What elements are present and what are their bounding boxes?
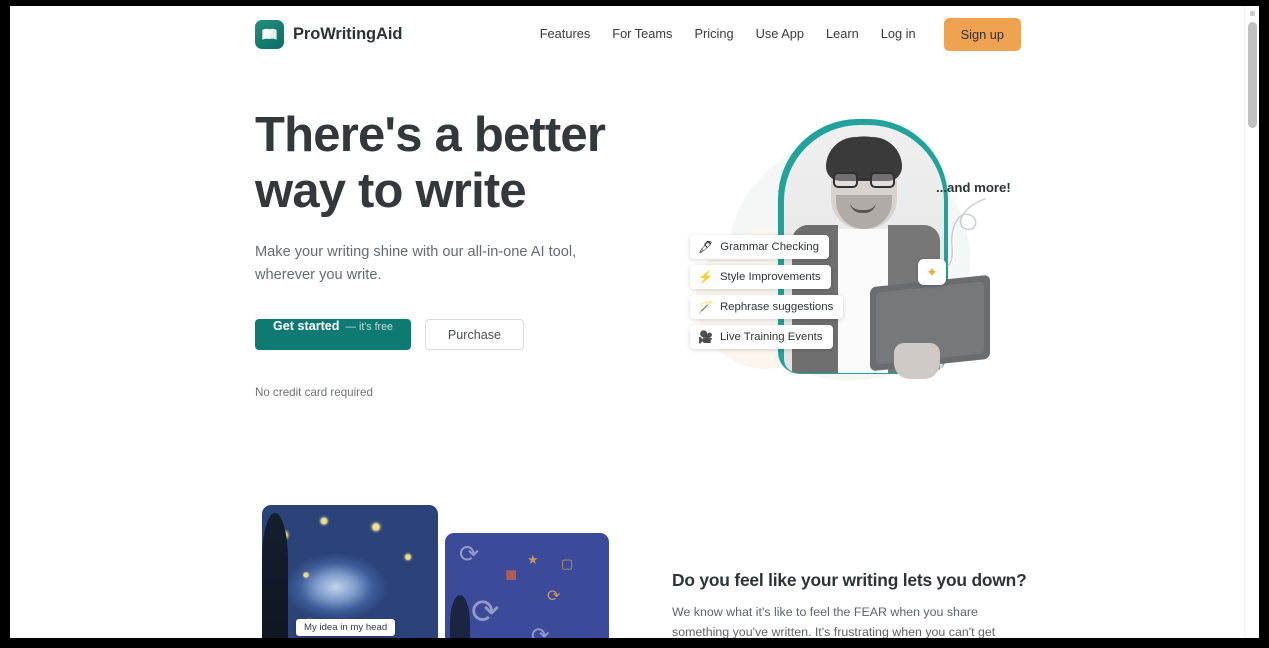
nav-link-log-in[interactable]: Log in xyxy=(870,6,927,62)
plain-cypress-shape xyxy=(450,595,470,638)
get-started-sublabel: — it's free xyxy=(345,321,393,333)
magic-wand-icon: 🪄 xyxy=(698,300,713,314)
feature-pill-label: Rephrase suggestions xyxy=(719,301,834,313)
hero-heading-line-1: There's a better xyxy=(255,108,606,162)
blob-doodle-icon: ■ xyxy=(505,564,518,586)
curved-arrow-icon xyxy=(947,198,986,267)
nav-link-use-app[interactable]: Use App xyxy=(745,6,815,62)
browser-viewport: ProWritingAid Features For Teams Pricing… xyxy=(10,6,1259,638)
writing-comparison-illustration: ⟳ ⟳ ★ ▢ ⟳ ■ ⟳ My idea in my head xyxy=(262,505,609,638)
vertical-scroll-thumb[interactable] xyxy=(1248,22,1257,128)
feather-pen-icon: 🖋 xyxy=(698,240,714,254)
hero-subheading: Make your writing shine with our all-in-… xyxy=(255,244,577,283)
nav-link-learn[interactable]: Learn xyxy=(815,6,870,62)
feature-pill-label: Style Improvements xyxy=(719,271,821,283)
lower-copy-section: Do you feel like your writing lets you d… xyxy=(672,570,1027,638)
scroll-up-arrow-icon[interactable] xyxy=(1245,6,1259,20)
video-camera-icon: 🎥 xyxy=(698,330,713,344)
feature-pill-live-training-events[interactable]: 🎥 Live Training Events xyxy=(690,325,833,349)
get-started-label: Get started xyxy=(273,319,340,333)
get-started-button[interactable]: Get started — it's free xyxy=(255,319,411,350)
hero-illustration: ✦ ...and more! 🖋 Grammar Checking ⚡ Styl… xyxy=(672,111,1022,396)
glasses-bridge xyxy=(858,178,870,180)
spiral-doodle-icon: ⟳ xyxy=(531,623,550,639)
feature-pill-label: Live Training Events xyxy=(719,331,823,343)
hero-heading: There's a better way to write xyxy=(255,107,655,219)
brand-logo-link[interactable]: ProWritingAid xyxy=(255,20,402,49)
prowritingaid-logo-icon xyxy=(255,20,284,49)
glasses-icon xyxy=(833,172,895,188)
spiral-doodle-icon: ⟳ xyxy=(459,541,480,568)
sparkle-icon: ✦ xyxy=(918,259,946,285)
spiral-doodle-icon: ⟳ xyxy=(547,588,561,605)
webpage-content: ProWritingAid Features For Teams Pricing… xyxy=(10,6,1244,638)
spiral-doodle-icon: ⟳ xyxy=(471,593,500,631)
purchase-button[interactable]: Purchase xyxy=(424,319,525,350)
hero-heading-line-2: way to write xyxy=(255,164,527,218)
feature-pill-style-improvements[interactable]: ⚡ Style Improvements xyxy=(690,265,831,289)
hero-cta-row: Get started — it's free Purchase xyxy=(255,319,655,350)
nav-link-features[interactable]: Features xyxy=(529,6,602,62)
and-more-label: ...and more! xyxy=(936,180,1011,195)
person-hand xyxy=(894,343,940,379)
site-header: ProWritingAid Features For Teams Pricing… xyxy=(10,6,1244,62)
feature-pill-grammar-checking[interactable]: 🖋 Grammar Checking xyxy=(690,235,829,259)
nav-link-pricing[interactable]: Pricing xyxy=(683,6,744,62)
lightning-bolt-icon: ⚡ xyxy=(698,270,713,284)
plain-version-card: ⟳ ⟳ ★ ▢ ⟳ ■ ⟳ xyxy=(445,533,609,638)
feature-pill-rephrase-suggestions[interactable]: 🪄 Rephrase suggestions xyxy=(690,295,844,319)
feature-pill-label: Grammar Checking xyxy=(720,241,819,253)
feature-pill-list: 🖋 Grammar Checking ⚡ Style Improvements … xyxy=(690,235,865,355)
hero-section: There's a better way to write Make your … xyxy=(255,107,655,399)
lower-body-text: We know what it's like to feel the FEAR … xyxy=(672,605,996,638)
glasses-lens-right xyxy=(870,172,895,188)
brand-name: ProWritingAid xyxy=(293,25,403,43)
lower-heading: Do you feel like your writing lets you d… xyxy=(672,570,1027,590)
glasses-lens-left xyxy=(833,172,858,188)
star-doodle-icon: ▢ xyxy=(561,556,574,571)
cypress-tree-shape xyxy=(262,513,288,638)
nav-link-for-teams[interactable]: For Teams xyxy=(601,6,683,62)
star-doodle-icon: ★ xyxy=(527,552,539,567)
browser-bezel: ProWritingAid Features For Teams Pricing… xyxy=(0,0,1269,648)
vertical-scrollbar[interactable] xyxy=(1244,6,1259,638)
no-credit-card-note: No credit card required xyxy=(255,386,373,399)
idea-caption-label: My idea in my head xyxy=(296,619,396,636)
sign-up-button[interactable]: Sign up xyxy=(943,17,1021,51)
main-navigation: Features For Teams Pricing Use App Learn… xyxy=(529,6,1021,62)
